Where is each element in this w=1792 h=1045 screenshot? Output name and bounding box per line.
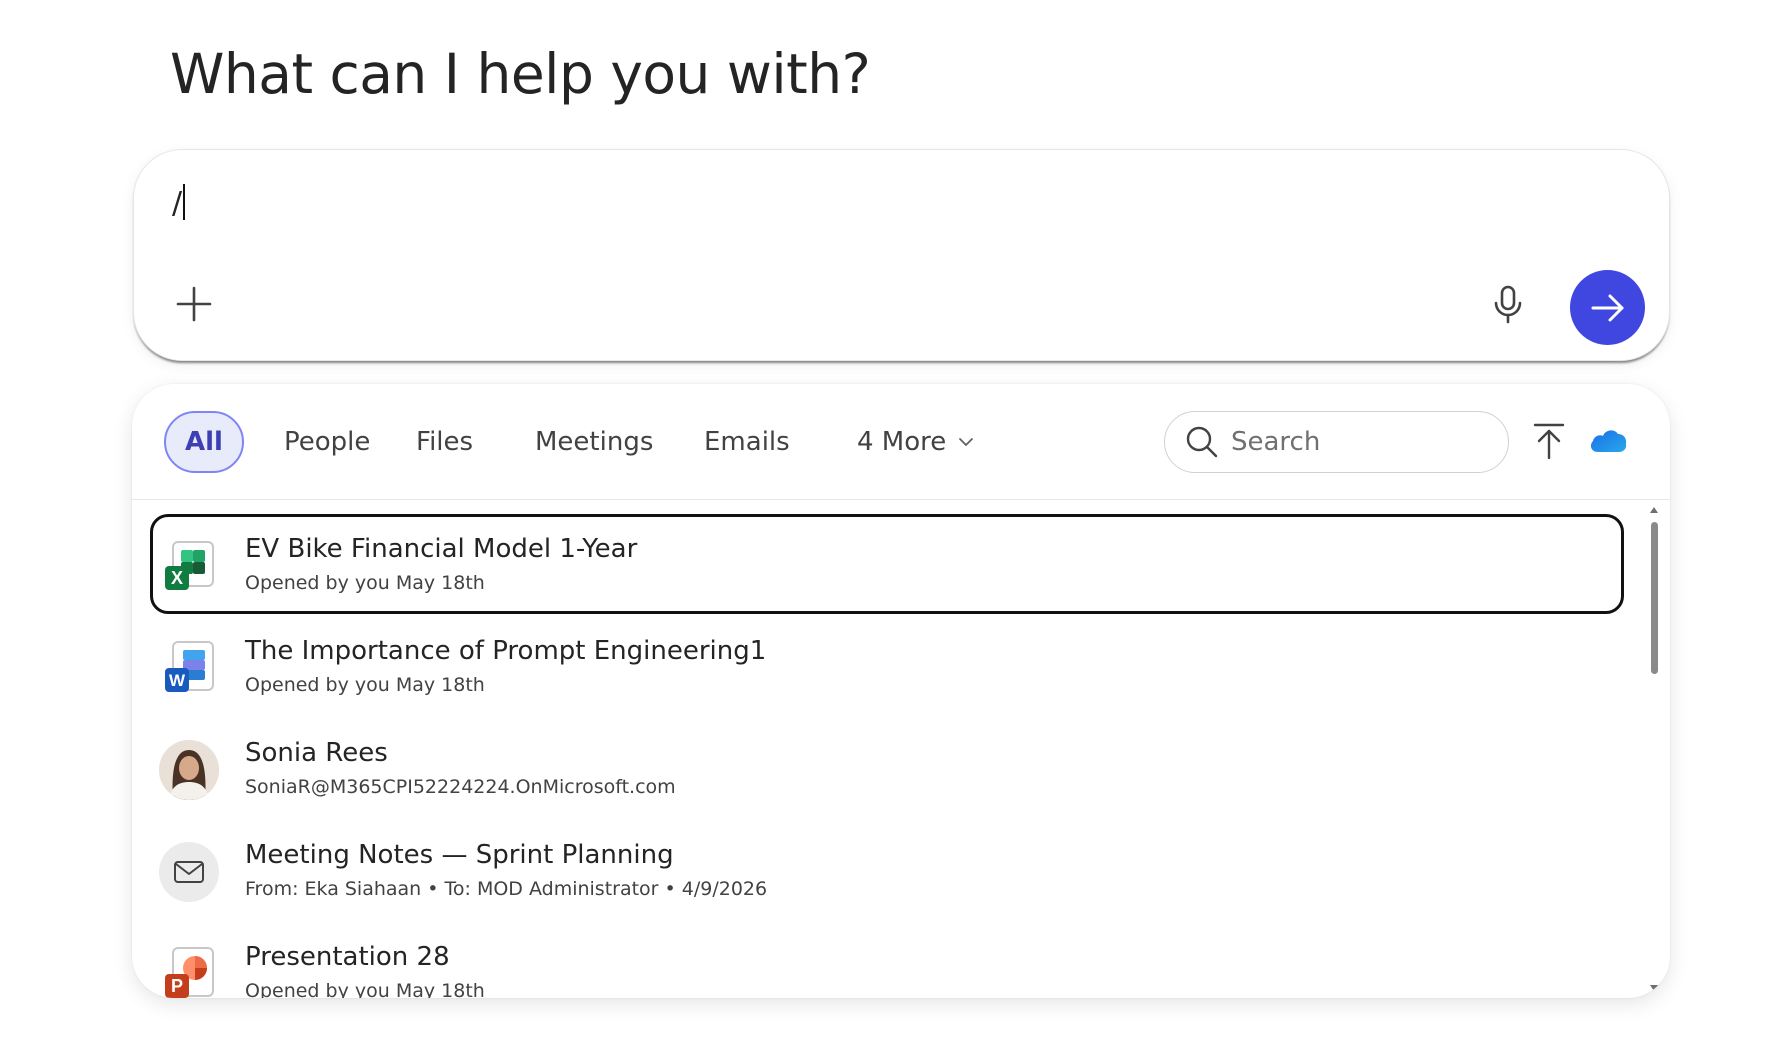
svg-text:W: W [169,671,186,690]
svg-text:X: X [171,568,183,588]
list-item[interactable]: P Presentation 28 Opened by you May 18th [150,922,1624,998]
result-subtitle: From: Eka Siahaan • To: MOD Administrato… [245,878,768,900]
result-title: Meeting Notes — Sprint Planning [245,840,674,870]
tab-meetings[interactable]: Meetings [535,411,653,473]
search-icon [1186,426,1218,458]
prompt-input[interactable]: / [172,186,182,221]
mail-icon [159,842,221,904]
result-subtitle: Opened by you May 18th [245,572,485,594]
list-item[interactable]: X EV Bike Financial Model 1-Year Opened … [150,514,1624,614]
scroll-thumb[interactable] [1651,522,1658,674]
onedrive-icon[interactable] [1588,426,1628,454]
tab-people[interactable]: People [284,411,370,473]
tab-label: Meetings [535,427,654,457]
microphone-icon [1494,285,1522,324]
prompt-composer[interactable]: / [134,150,1669,360]
word-file-icon: W [159,638,221,700]
tab-label: All [185,427,223,457]
result-subtitle: Opened by you May 18th [245,674,485,696]
scroll-up-arrow-icon[interactable] [1649,506,1659,514]
tab-label: People [284,427,371,457]
result-title: Sonia Rees [245,738,388,768]
list-item[interactable]: Meeting Notes — Sprint Planning From: Ek… [150,820,1624,920]
result-subtitle: SoniaR@M365CPI52224224.OnMicrosoft.com [245,776,676,798]
suggestions-panel: All People Files Meetings Emails 4 More [132,384,1670,998]
copilot-page: What can I help you with? / All People F… [0,0,1792,1045]
send-button[interactable] [1570,270,1645,345]
results-scrollbar[interactable] [1648,506,1660,992]
svg-text:P: P [171,976,183,996]
chevron-down-icon [958,437,974,447]
scroll-down-arrow-icon[interactable] [1649,984,1659,992]
list-item[interactable]: W The Importance of Prompt Engineering1 … [150,616,1624,716]
tab-files[interactable]: Files [416,411,473,473]
excel-file-icon: X [159,536,221,598]
tab-label: 4 More [857,427,947,457]
results-list: X EV Bike Financial Model 1-Year Opened … [132,500,1670,998]
page-heading: What can I help you with? [170,42,871,106]
tab-label: Emails [704,427,790,457]
avatar [159,740,221,802]
text-caret [183,184,185,220]
tab-all[interactable]: All [164,411,244,473]
arrow-right-icon [1591,294,1623,321]
plus-icon [176,286,212,322]
tab-more[interactable]: 4 More [857,411,974,473]
search-input[interactable]: Search [1164,411,1509,473]
filter-bar: All People Files Meetings Emails 4 More [132,384,1670,500]
upload-icon [1533,423,1565,460]
upload-button[interactable] [1531,421,1567,461]
microphone-button[interactable] [1487,283,1529,325]
add-attachment-button[interactable] [174,284,214,324]
list-item[interactable]: Sonia Rees SoniaR@M365CPI52224224.OnMicr… [150,718,1624,818]
result-title: Presentation 28 [245,942,450,972]
powerpoint-file-icon: P [159,944,221,998]
tab-label: Files [416,427,474,457]
result-title: EV Bike Financial Model 1-Year [245,534,638,564]
search-placeholder: Search [1231,427,1321,457]
tab-emails[interactable]: Emails [704,411,790,473]
result-subtitle: Opened by you May 18th [245,980,485,998]
result-title: The Importance of Prompt Engineering1 [245,636,767,666]
